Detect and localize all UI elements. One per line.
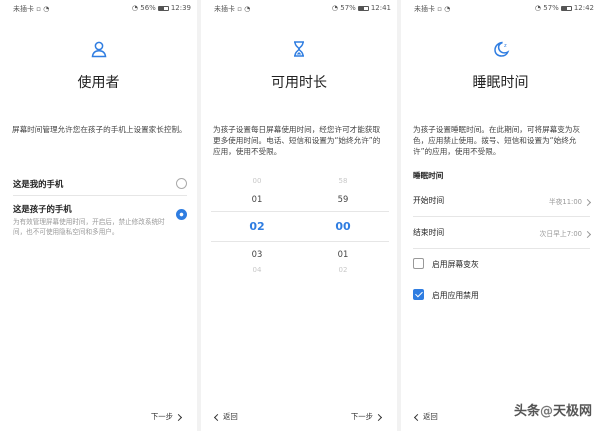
picker-value: 00 — [252, 177, 262, 185]
picker-selected-value: 00 — [335, 220, 351, 233]
radio-selected[interactable] — [176, 209, 187, 220]
picker-value: 59 — [337, 194, 349, 204]
clock: 12:42 — [573, 4, 594, 12]
chevron-right-icon — [583, 198, 592, 206]
chevron-left-icon — [213, 413, 222, 421]
checkbox-label: 启用屏幕变灰 — [432, 260, 479, 269]
option-child-phone[interactable]: 这是孩子的手机 为有效管理屏幕使用时间，开启后，禁止修改系统时间，也不可使用隐私… — [13, 203, 187, 237]
picker-value: 01 — [251, 194, 263, 204]
carrier-label: 未插卡 ▫ ◔ — [13, 5, 50, 13]
checkbox-label: 启用应用禁用 — [432, 291, 479, 300]
picker-value: 03 — [251, 249, 263, 259]
divider — [413, 216, 590, 217]
carrier-label: 未插卡 ▫ ◔ — [414, 5, 451, 13]
picker-value: 02 — [338, 266, 348, 274]
section-header: 睡眠时间 — [413, 171, 444, 180]
divider — [13, 195, 187, 196]
page-title: 使用者 — [77, 75, 120, 91]
screen-sleep-time: 未插卡 ▫ ◔ ◔ 57% 12:42 z 睡眠时间 为孩子设置睡眠时间。在此期间… — [401, 0, 600, 431]
battery-percent: 56% — [140, 4, 156, 12]
page-description: 为孩子设置睡眠时间。在此期间，可将屏幕变为灰色，应用禁止使用。拨号、短信和设置为… — [413, 125, 581, 156]
battery-icon — [357, 5, 369, 11]
option-sub: 为有效管理屏幕使用时间，开启后，禁止修改系统时间，也不可使用隐私空间和多用户。 — [13, 218, 165, 236]
start-time-row[interactable]: 开始时间 半夜11:00 — [413, 195, 592, 209]
clock: 12:41 — [370, 4, 391, 12]
status-right: ◔ 56% 12:39 — [131, 4, 191, 12]
back-button[interactable]: 返回 — [213, 411, 238, 422]
minute-picker[interactable]: 58 59 00 01 02 — [323, 174, 363, 274]
picker-value: 04 — [252, 266, 262, 274]
carrier-label: 未插卡 ▫ ◔ — [214, 5, 251, 13]
option-my-phone[interactable]: 这是我的手机 — [13, 178, 187, 190]
chevron-left-icon — [413, 413, 422, 421]
page-description: 为孩子设置每日屏幕使用时间，经您许可才能获取更多使用时间。电话、短信和设置为“始… — [213, 125, 381, 156]
battery-percent: 57% — [340, 4, 356, 12]
back-button[interactable]: 返回 — [413, 411, 438, 422]
status-bar: 未插卡 ▫ ◔ ◔ 57% 12:42 — [401, 0, 600, 15]
row-label: 结束时间 — [413, 228, 445, 237]
option-label: 这是孩子的手机 — [13, 204, 72, 214]
status-bar: 未插卡 ▫ ◔ ◔ 57% 12:41 — [201, 0, 397, 15]
next-button[interactable]: 下一步 — [151, 411, 183, 422]
chevron-right-icon — [374, 413, 383, 421]
option-label: 这是我的手机 — [13, 179, 64, 189]
picker-value: 58 — [338, 177, 348, 185]
hour-picker[interactable]: 00 01 02 03 04 — [237, 174, 277, 274]
next-button[interactable]: 下一步 — [351, 411, 383, 422]
row-value: 半夜11:00 — [549, 196, 592, 206]
battery-icon — [560, 5, 572, 11]
divider — [413, 248, 590, 249]
page-title: 睡眠时间 — [472, 75, 529, 91]
battery-icon — [157, 5, 169, 11]
page-description: 屏幕时间管理允许您在孩子的手机上设置家长控制。 — [12, 125, 187, 134]
page-title: 可用时长 — [271, 75, 327, 91]
footer: 返回 下一步 — [201, 411, 397, 423]
footer: 下一步 — [0, 411, 197, 423]
grayscale-checkbox[interactable] — [413, 258, 424, 269]
chevron-right-icon — [174, 413, 183, 421]
status-right: ◔ 57% 12:42 — [534, 4, 594, 12]
screen-user: 未插卡 ▫ ◔ ◔ 56% 12:39 使用者 屏幕时间管理允许您在孩子的手机上设… — [0, 0, 197, 431]
app-disable-checkbox[interactable] — [413, 289, 424, 300]
radio-unselected[interactable] — [176, 178, 187, 189]
watermark: 头条@天极网 — [513, 404, 592, 419]
moon-icon: z — [492, 40, 510, 58]
row-value: 次日早上7:00 — [540, 228, 592, 238]
chevron-right-icon — [583, 230, 592, 238]
end-time-row[interactable]: 结束时间 次日早上7:00 — [413, 227, 592, 241]
row-label: 开始时间 — [413, 196, 445, 205]
svg-text:z: z — [504, 43, 507, 49]
battery-percent: 57% — [543, 4, 559, 12]
status-right: ◔ 57% 12:41 — [331, 4, 391, 12]
picker-value: 01 — [337, 249, 349, 259]
status-bar: 未插卡 ▫ ◔ ◔ 56% 12:39 — [0, 0, 197, 15]
user-icon — [90, 40, 108, 58]
screen-available-time: 未插卡 ▫ ◔ ◔ 57% 12:41 可用时长 为孩子设置每日屏幕使用时间，经您… — [201, 0, 397, 431]
picker-selected-value: 02 — [249, 220, 265, 233]
hourglass-icon — [290, 40, 308, 58]
clock: 12:39 — [170, 4, 191, 12]
